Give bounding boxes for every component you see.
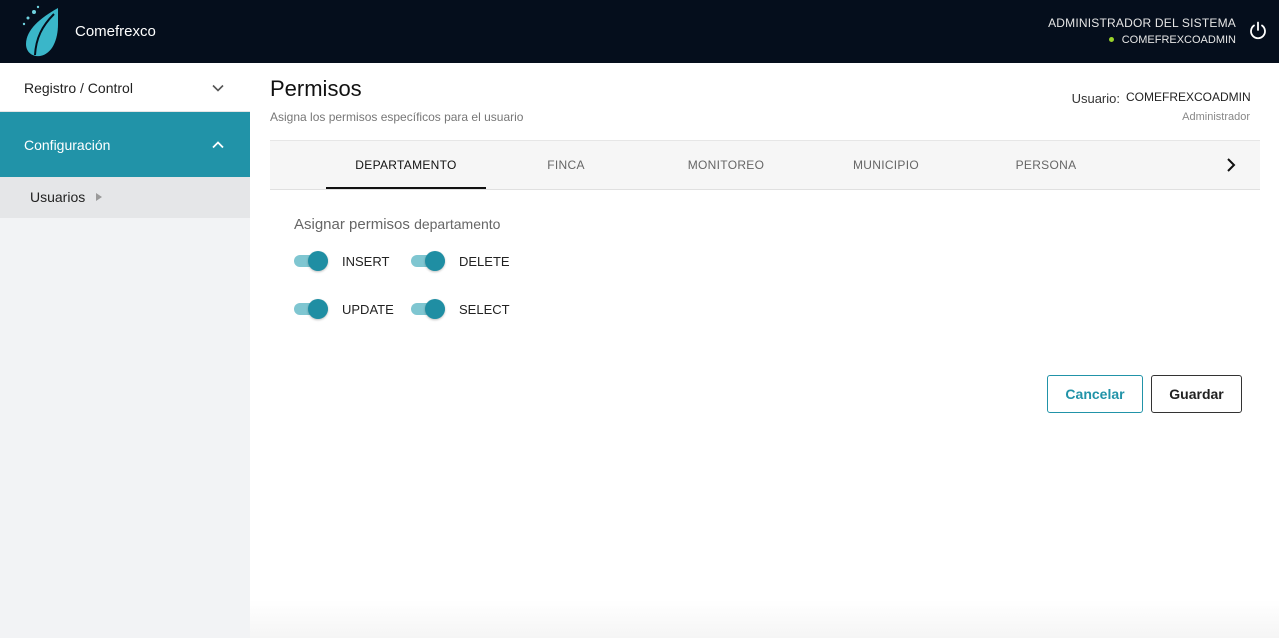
delete-toggle[interactable] (411, 251, 445, 271)
page-subtitle: Asigna los permisos específicos para el … (270, 110, 524, 124)
user-role: Administrador (1182, 111, 1250, 123)
permissions-heading: Asignar permisos departamento (294, 216, 500, 233)
sidebar-item-configuracion[interactable]: Configuración (0, 112, 250, 177)
toggle-thumb (425, 299, 445, 319)
sidebar-item-label: Usuarios (30, 189, 86, 205)
chevron-right-icon[interactable] (1220, 155, 1240, 175)
sidebar: Registro / Control Configuración Usuario… (0, 63, 250, 638)
brand-name: Comefrexco (75, 23, 156, 40)
bottom-shadow (250, 600, 1279, 638)
tab-overflow-mask (1170, 141, 1260, 189)
toggle-thumb (308, 251, 328, 271)
user-value: COMEFREXCOADMIN (1126, 90, 1251, 104)
page-title: Permisos (270, 76, 362, 101)
delete-label: DELETE (459, 254, 510, 269)
admin-user: COMEFREXCOADMIN (1108, 34, 1236, 46)
admin-title: ADMINISTRADOR DEL SISTEMA (1048, 16, 1236, 30)
tab-finca[interactable]: FINCA (486, 141, 646, 189)
insert-label: INSERT (342, 254, 390, 269)
cancel-button[interactable]: Cancelar (1047, 375, 1143, 413)
chevron-down-icon (212, 84, 224, 92)
sidebar-item-registro-control[interactable]: Registro / Control (0, 63, 250, 112)
select-label: SELECT (459, 302, 510, 317)
update-toggle[interactable] (294, 299, 328, 319)
toggle-thumb (425, 251, 445, 271)
sidebar-item-label: Configuración (24, 137, 111, 153)
admin-user-name: COMEFREXCOADMIN (1121, 34, 1236, 46)
permission-tabs: DEPARTAMENTO FINCA MONITOREO MUNICIPIO P… (270, 140, 1260, 190)
tab-departamento[interactable]: DEPARTAMENTO (326, 141, 486, 189)
sidebar-item-usuarios[interactable]: Usuarios (0, 177, 250, 218)
insert-toggle[interactable] (294, 251, 328, 271)
tab-monitoreo[interactable]: MONITOREO (646, 141, 806, 189)
permissions-heading-entity: departamento (414, 216, 501, 232)
top-bar: Comefrexco ADMINISTRADOR DEL SISTEMA COM… (0, 0, 1279, 63)
user-label: Usuario: (1071, 91, 1120, 106)
permissions-heading-prefix: Asignar permisos (294, 216, 410, 233)
logo-icon (22, 5, 58, 57)
tab-municipio[interactable]: MUNICIPIO (806, 141, 966, 189)
triangle-right-icon (96, 193, 102, 201)
active-tab-indicator (326, 187, 486, 189)
power-icon[interactable] (1248, 21, 1268, 41)
sidebar-item-label: Registro / Control (24, 80, 133, 96)
toggle-thumb (308, 299, 328, 319)
select-toggle[interactable] (411, 299, 445, 319)
save-button[interactable]: Guardar (1151, 375, 1242, 413)
tab-persona[interactable]: PERSONA (966, 141, 1126, 189)
chevron-up-icon (212, 141, 224, 149)
update-label: UPDATE (342, 302, 394, 317)
online-status-icon (1108, 36, 1114, 42)
